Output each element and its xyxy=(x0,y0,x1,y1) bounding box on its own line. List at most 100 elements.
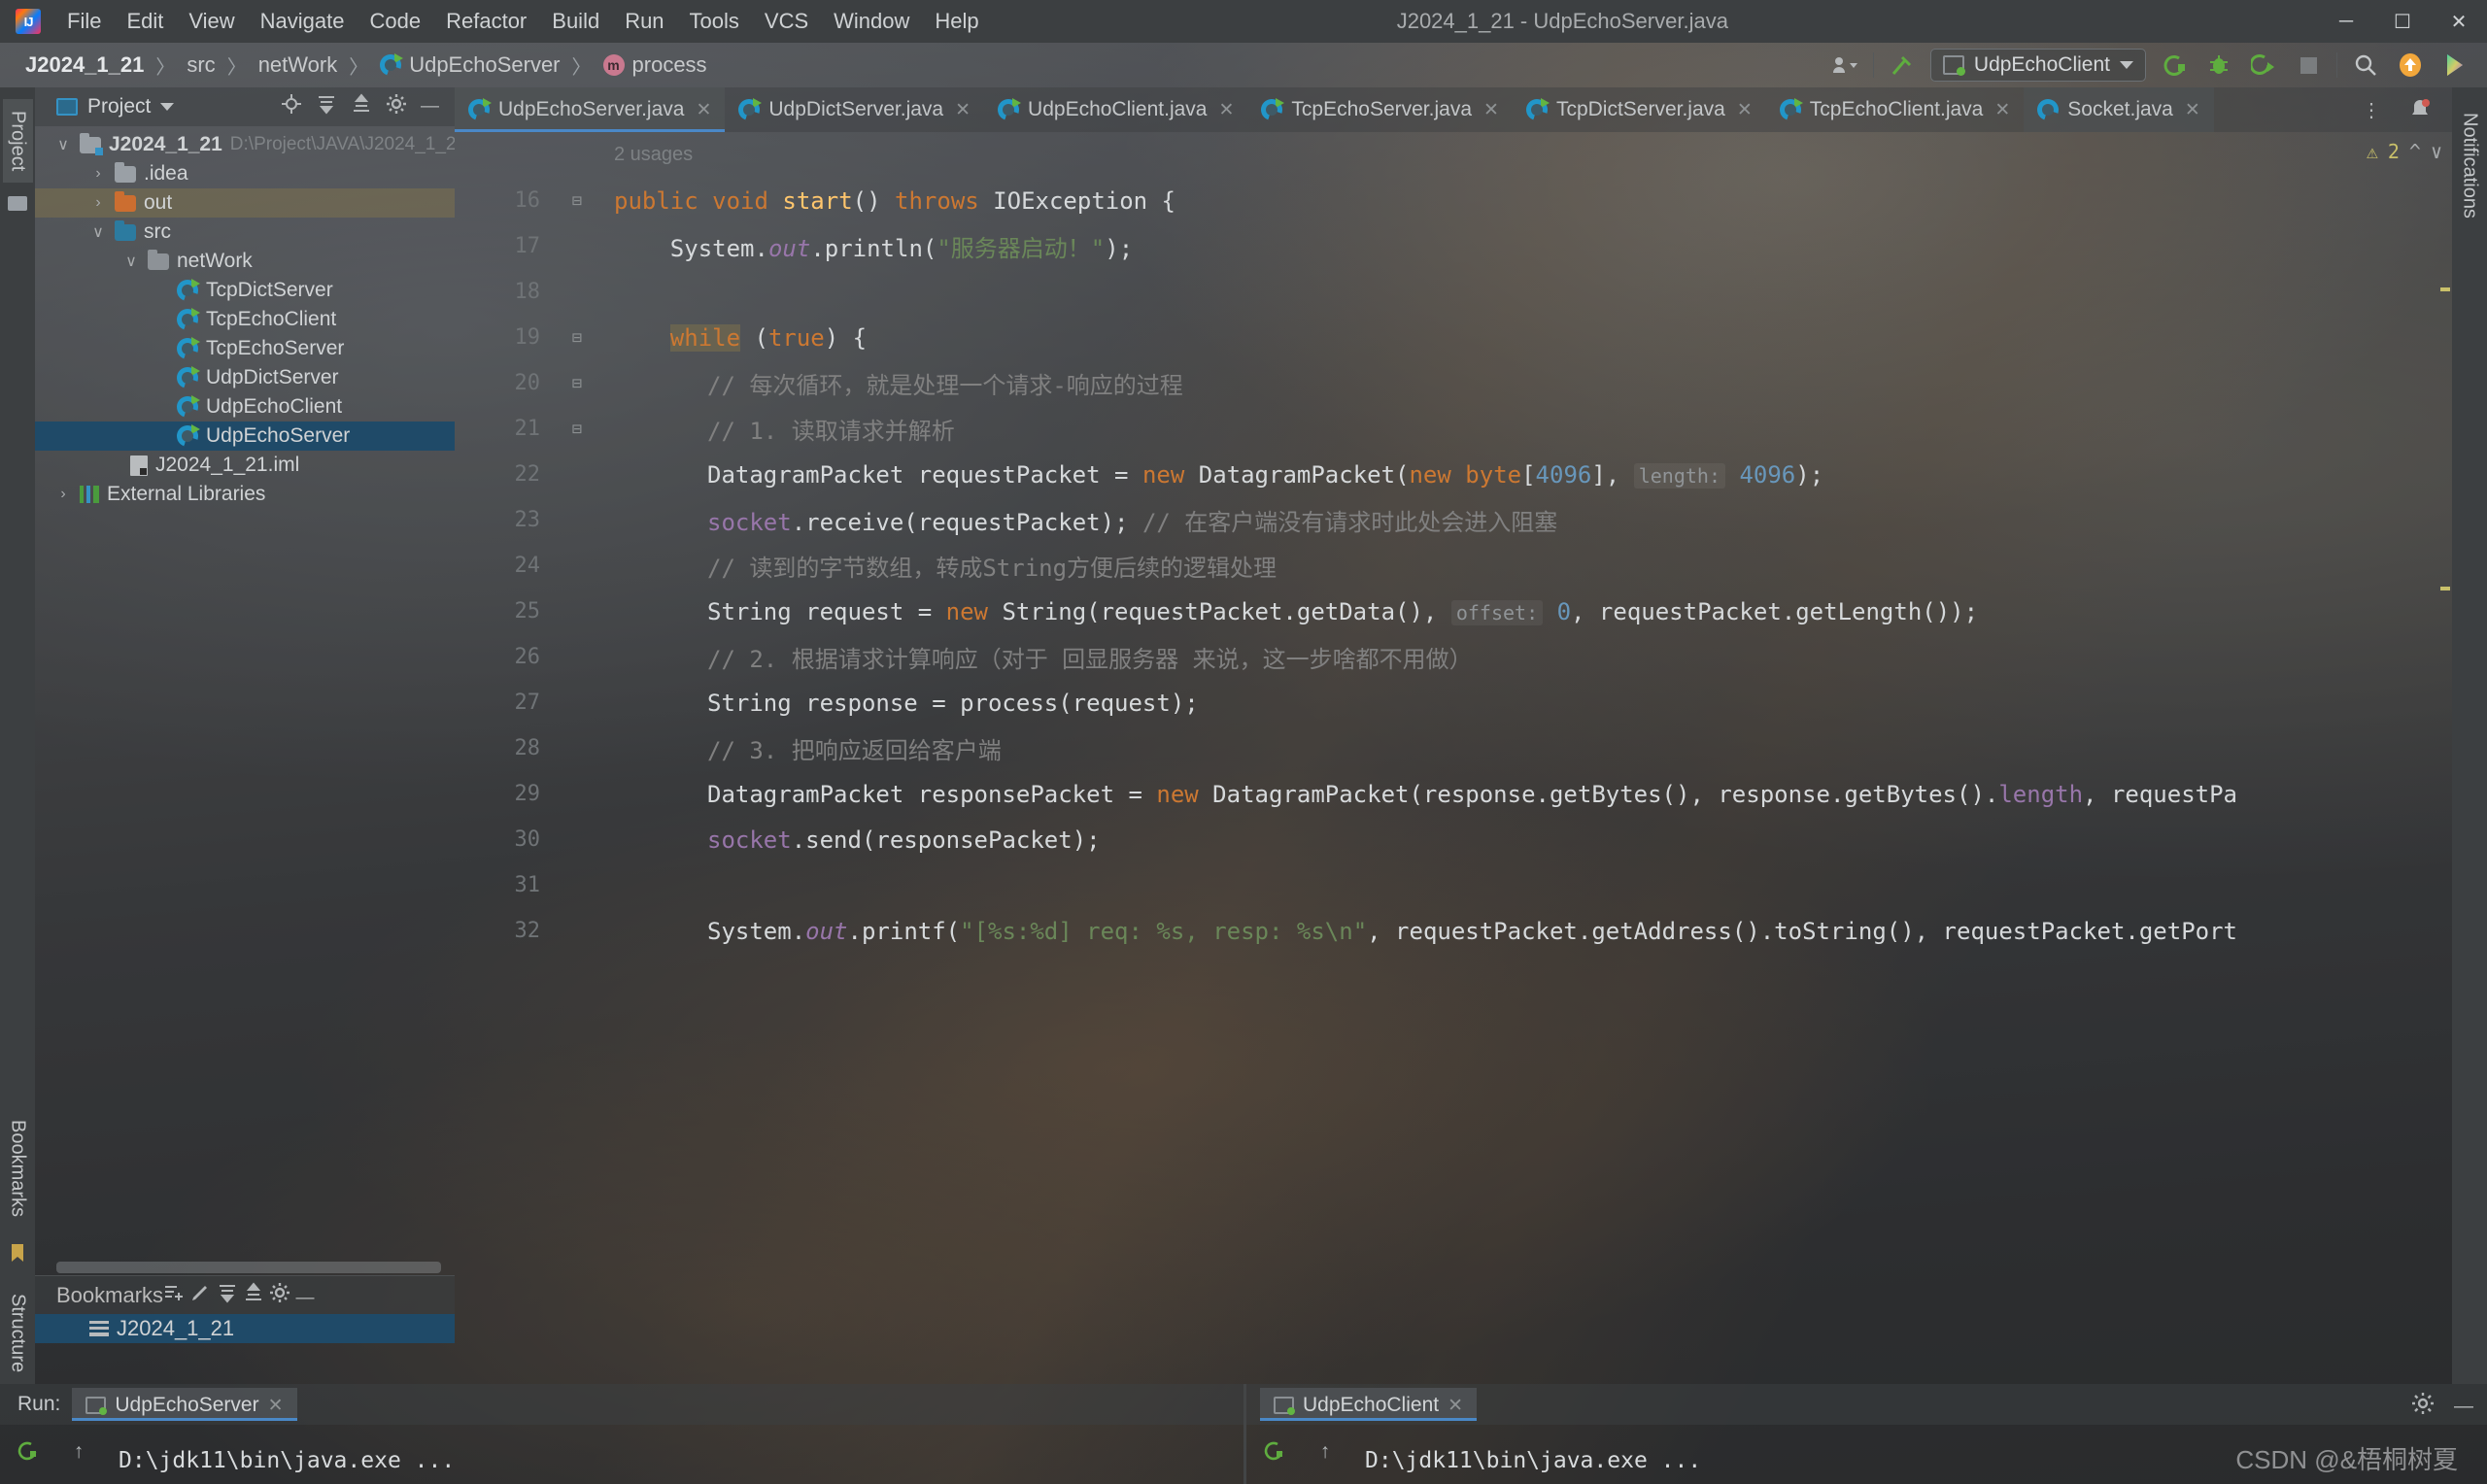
chevron-right-icon[interactable]: › xyxy=(54,486,72,503)
tree-node-udpechoclient[interactable]: UdpEchoClient xyxy=(35,392,455,422)
close-icon[interactable]: ✕ xyxy=(1483,99,1499,121)
menu-edit[interactable]: Edit xyxy=(114,5,176,38)
editor-tabs-menu-icon[interactable]: ⋮ xyxy=(2355,94,2388,125)
menu-code[interactable]: Code xyxy=(358,5,434,38)
user-avatar-icon[interactable] xyxy=(1828,50,1861,81)
menu-tools[interactable]: Tools xyxy=(677,5,752,38)
sidebar-item-project[interactable]: Project xyxy=(2,99,33,184)
maximize-button[interactable]: ☐ xyxy=(2374,0,2431,43)
locate-icon[interactable] xyxy=(281,93,302,120)
menu-refactor[interactable]: Refactor xyxy=(433,5,539,38)
settings-gear-icon[interactable] xyxy=(2411,1392,2435,1421)
chevron-down-icon[interactable]: ∨ xyxy=(89,222,107,242)
tree-node-udpechoserver[interactable]: UdpEchoServer xyxy=(35,422,455,451)
menu-window[interactable]: Window xyxy=(821,5,922,38)
close-icon[interactable]: ✕ xyxy=(2185,99,2200,121)
close-icon[interactable]: ✕ xyxy=(268,1395,284,1417)
rerun-icon[interactable] xyxy=(1262,1440,1285,1469)
usages-hint[interactable]: 2 usages xyxy=(598,144,693,166)
tree-node-iml[interactable]: J2024_1_21.iml xyxy=(35,451,455,480)
fold-marker[interactable]: ⊟ xyxy=(556,374,598,393)
tab-tcpechoserver[interactable]: TcpEchoServer.java ✕ xyxy=(1247,87,1513,132)
rerun-icon[interactable] xyxy=(16,1440,39,1469)
close-icon[interactable]: ✕ xyxy=(1737,99,1753,121)
warning-marker[interactable] xyxy=(2440,587,2450,590)
close-icon[interactable]: ✕ xyxy=(1994,99,2010,121)
project-tree[interactable]: ∨ J2024_1_21 D:\Project\JAVA\J2024_1_2 ›… xyxy=(35,126,455,1275)
sidebar-item-notifications[interactable]: Notifications xyxy=(2455,101,2485,230)
sidebar-item-structure[interactable]: Structure xyxy=(3,1282,33,1384)
breadcrumb-project[interactable]: J2024_1_21 xyxy=(17,50,152,81)
close-icon[interactable]: ✕ xyxy=(1448,1395,1463,1417)
collapse-all-icon[interactable] xyxy=(351,93,372,120)
ide-assistant-icon[interactable] xyxy=(2438,50,2471,81)
menu-view[interactable]: View xyxy=(176,5,247,38)
settings-gear-icon[interactable] xyxy=(386,93,407,120)
debug-icon[interactable] xyxy=(2202,50,2235,81)
expand-all-icon[interactable] xyxy=(316,93,337,120)
inspection-status[interactable]: ⚠ 2 ^ ∨ xyxy=(2367,140,2442,163)
run-coverage-icon[interactable] xyxy=(2247,50,2280,81)
project-tree-horizontal-scrollbar[interactable] xyxy=(56,1262,441,1273)
sidebar-item-bookmarks[interactable]: Bookmarks xyxy=(3,1108,33,1229)
tree-node-out[interactable]: › out xyxy=(35,188,455,218)
tree-node-udpdictserver[interactable]: UdpDictServer xyxy=(35,363,455,392)
tree-node-idea[interactable]: › .idea xyxy=(35,159,455,188)
bookmarks-list[interactable]: J2024_1_21 xyxy=(35,1314,455,1384)
chevron-down-icon[interactable]: ∨ xyxy=(54,135,72,154)
edit-icon[interactable] xyxy=(189,1285,216,1308)
fold-marker[interactable]: ⊟ xyxy=(556,328,598,348)
fold-marker[interactable]: ⊟ xyxy=(556,420,598,439)
warning-marker[interactable] xyxy=(2440,287,2450,291)
hide-icon[interactable]: — xyxy=(2454,1396,2473,1418)
hide-icon[interactable]: — xyxy=(295,1288,314,1308)
minimize-button[interactable]: ─ xyxy=(2318,0,2374,43)
chevron-down-icon[interactable]: ∨ xyxy=(122,252,140,271)
chevron-right-icon[interactable]: › xyxy=(89,194,107,212)
scroll-up-icon[interactable]: ↑ xyxy=(74,1440,85,1464)
tab-socket[interactable]: Socket.java ✕ xyxy=(2024,87,2214,132)
run-configuration-selector[interactable]: UdpEchoClient xyxy=(1929,49,2146,82)
close-icon[interactable]: ✕ xyxy=(955,99,971,121)
breadcrumb-method[interactable]: m process xyxy=(596,50,715,81)
menu-help[interactable]: Help xyxy=(922,5,991,38)
tree-node-package[interactable]: ∨ netWork xyxy=(35,247,455,276)
settings-gear-icon[interactable] xyxy=(269,1282,295,1308)
search-icon[interactable] xyxy=(2349,50,2382,81)
run-console-server[interactable]: D:\jdk11\bin\java.exe ... 服务器启动！ [/127.0… xyxy=(103,1425,1244,1484)
breadcrumb-src[interactable]: src xyxy=(179,50,222,81)
code-editor[interactable]: ⚠ 2 ^ ∨ 2 usages 16 ⊟ public void start(… xyxy=(455,132,2452,1384)
add-bookmark-icon[interactable] xyxy=(163,1285,189,1308)
bookmark-item[interactable]: J2024_1_21 xyxy=(35,1314,455,1343)
run-icon[interactable] xyxy=(2158,50,2191,81)
close-button[interactable]: ✕ xyxy=(2431,0,2487,43)
menu-vcs[interactable]: VCS xyxy=(752,5,821,38)
menu-run[interactable]: Run xyxy=(612,5,676,38)
tab-udpechoclient[interactable]: UdpEchoClient.java ✕ xyxy=(984,87,1247,132)
run-tab-udpechoclient[interactable]: UdpEchoClient ✕ xyxy=(1260,1388,1478,1421)
close-icon[interactable]: ✕ xyxy=(696,99,711,121)
breadcrumb-class[interactable]: UdpEchoServer xyxy=(372,50,567,81)
editor-scrollbar[interactable] xyxy=(2438,132,2452,1384)
breadcrumb-package[interactable]: netWork xyxy=(251,50,346,81)
menu-navigate[interactable]: Navigate xyxy=(248,5,358,38)
tab-tcpdictserver[interactable]: TcpDictServer.java ✕ xyxy=(1513,87,1766,132)
tab-tcpechoclient[interactable]: TcpEchoClient.java ✕ xyxy=(1766,87,2025,132)
tree-node-project[interactable]: ∨ J2024_1_21 D:\Project\JAVA\J2024_1_2 xyxy=(35,130,455,159)
tree-node-tcpechoserver[interactable]: TcpEchoServer xyxy=(35,334,455,363)
expand-all-icon[interactable] xyxy=(217,1284,243,1308)
tree-node-tcpechoclient[interactable]: TcpEchoClient xyxy=(35,305,455,334)
scroll-up-icon[interactable]: ↑ xyxy=(1320,1440,1331,1464)
build-hammer-icon[interactable] xyxy=(1886,50,1919,81)
update-icon[interactable] xyxy=(2394,50,2427,81)
tab-udpdictserver[interactable]: UdpDictServer.java ✕ xyxy=(725,87,984,132)
chevron-down-icon[interactable]: ∨ xyxy=(2431,140,2442,163)
tab-udpechoserver[interactable]: UdpEchoServer.java ✕ xyxy=(455,87,726,132)
fold-marker[interactable]: ⊟ xyxy=(556,191,598,211)
collapse-all-icon[interactable] xyxy=(243,1281,269,1308)
chevron-up-icon[interactable]: ^ xyxy=(2409,140,2421,163)
close-icon[interactable]: ✕ xyxy=(1218,99,1234,121)
run-tab-udpechoserver[interactable]: UdpEchoServer ✕ xyxy=(72,1388,297,1421)
chevron-right-icon[interactable]: › xyxy=(89,165,107,183)
chevron-down-icon[interactable] xyxy=(160,103,175,111)
